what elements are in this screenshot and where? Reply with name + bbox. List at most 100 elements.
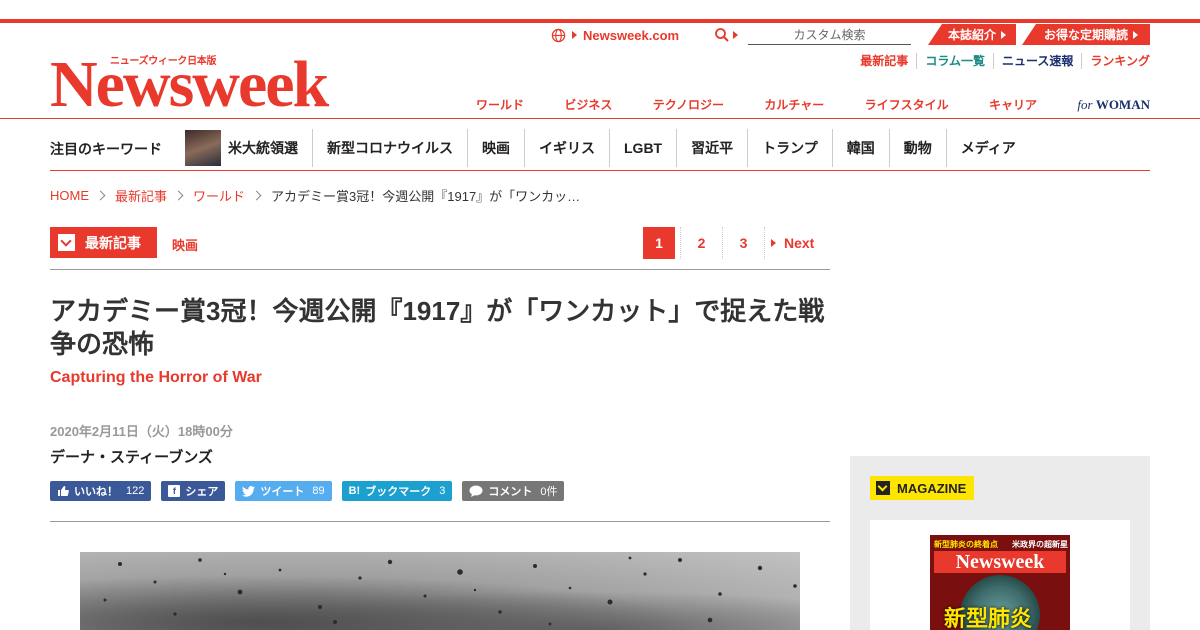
page-3[interactable]: 3 <box>722 227 764 259</box>
newsweek-global-link[interactable]: Newsweek.com <box>551 26 679 44</box>
magazine-card: 新型肺炎の終着点 米政界の超新星 Newsweek 新型肺炎 <box>870 520 1130 630</box>
util-link-breaking[interactable]: ニュース速報 <box>992 53 1081 69</box>
keywords-divider <box>50 170 1150 171</box>
util-link-latest[interactable]: 最新記事 <box>852 53 916 69</box>
next-page-label: Next <box>784 235 815 251</box>
about-magazine-button[interactable]: 本誌紹介 <box>928 24 1016 45</box>
main-nav: ワールド ビジネス テクノロジー カルチャー ライフスタイル キャリア for … <box>476 96 1150 113</box>
article-subtitle: Capturing the Horror of War <box>50 369 262 386</box>
twitter-bird-icon <box>242 485 256 497</box>
cover-main-text: 新型肺炎 <box>944 606 1033 630</box>
pagination: 1 2 3 Next <box>638 227 814 259</box>
nav-item-culture[interactable]: カルチャー <box>764 96 824 113</box>
search-icon <box>715 28 729 42</box>
facebook-share-button[interactable]: f シェア <box>161 481 226 501</box>
cover-headline-right: 米政界の超新星 <box>1012 540 1068 549</box>
bookmark-count: 3 <box>439 485 446 497</box>
section-tag-latest[interactable]: 最新記事 <box>50 227 157 258</box>
top-accent-bar <box>0 19 1200 23</box>
section-category-link[interactable]: 映画 <box>172 235 198 254</box>
facebook-icon: f <box>168 485 181 497</box>
breadcrumb-world[interactable]: ワールド <box>193 186 245 205</box>
magazine-panel: MAGAZINE 新型肺炎の終着点 米政界の超新星 Newsweek 新型肺炎 <box>850 456 1150 630</box>
article-author[interactable]: デーナ・スティーブンズ <box>50 446 213 467</box>
keyword-link[interactable]: イギリス <box>524 129 609 167</box>
magazine-label: MAGAZINE <box>897 480 967 496</box>
share-label: シェア <box>185 486 219 498</box>
logo-wordmark: Newsweek <box>50 48 329 121</box>
nav-item-career[interactable]: キャリア <box>989 96 1037 113</box>
global-link-label: Newsweek.com <box>583 27 680 43</box>
keyword-link[interactable]: 映画 <box>467 129 524 167</box>
section-tag-label: 最新記事 <box>85 234 141 251</box>
keyword-link[interactable]: トランプ <box>747 129 832 167</box>
chevron-right-icon <box>173 190 184 201</box>
thumbs-up-icon <box>58 486 69 496</box>
breadcrumb-home[interactable]: HOME <box>50 188 89 203</box>
page-1[interactable]: 1 <box>643 227 675 259</box>
keyword-thumbnail-image[interactable] <box>185 130 221 166</box>
for-woman-label: WOMAN <box>1095 96 1150 112</box>
next-page-button[interactable]: Next <box>764 227 814 259</box>
cover-headline-left: 新型肺炎の終着点 <box>934 540 998 549</box>
keyword-link[interactable]: LGBT <box>609 129 676 167</box>
for-woman-prefix: for <box>1077 96 1093 112</box>
chevron-right-icon <box>1133 30 1138 39</box>
social-buttons: いいね！ 122 f シェア ツイート 89 B! ブックマーク 3 コメント … <box>50 481 565 501</box>
search-button[interactable] <box>714 26 740 44</box>
utility-links: 最新記事 コラム一覧 ニュース速報 ランキング <box>852 53 1150 69</box>
keyword-link[interactable]: 米大統領選 <box>220 129 312 167</box>
tweet-count: 89 <box>312 485 325 497</box>
chevron-down-icon <box>876 481 890 495</box>
like-count: 122 <box>126 485 145 497</box>
hatena-icon: B! <box>348 485 361 497</box>
globe-icon <box>551 28 566 42</box>
nav-item-technology[interactable]: テクノロジー <box>653 96 724 113</box>
about-magazine-label: 本誌紹介 <box>947 28 996 42</box>
chevron-down-icon <box>58 234 75 251</box>
search-input[interactable] <box>748 25 911 45</box>
header-divider <box>0 118 1200 119</box>
like-label: いいね！ <box>74 486 118 498</box>
util-link-columns[interactable]: コラム一覧 <box>916 53 993 69</box>
comment-count: 0件 <box>540 486 558 498</box>
nav-item-world[interactable]: ワールド <box>476 96 524 113</box>
keyword-link[interactable]: メディア <box>945 129 1030 167</box>
comment-button[interactable]: コメント 0件 <box>462 481 565 501</box>
chevron-right-icon <box>572 31 577 39</box>
article-date: 2020年2月11日（火）18時00分 <box>50 424 233 439</box>
util-link-ranking[interactable]: ランキング <box>1081 53 1150 69</box>
social-divider <box>50 521 830 522</box>
keywords-list: 米大統領選 新型コロナウイルス 映画 イギリス LGBT 習近平 トランプ 韓国… <box>220 129 1030 167</box>
tweet-button[interactable]: ツイート 89 <box>235 481 332 501</box>
chevron-right-icon <box>95 190 106 201</box>
facebook-like-button[interactable]: いいね！ 122 <box>50 481 152 501</box>
explosion-debris-image <box>80 552 800 630</box>
article-title: アカデミー賞3冠！今週公開『1917』が「ワンカット」で捉えた戦争の恐怖 <box>50 296 825 359</box>
newsweek-logo[interactable]: ニューズウィーク日本版 Newsweek <box>50 50 435 118</box>
nav-item-for-woman[interactable]: for WOMAN <box>1077 97 1150 113</box>
breadcrumb-current: アカデミー賞3冠！今週公開『1917』が「ワンカッ… <box>271 189 581 204</box>
nav-item-business[interactable]: ビジネス <box>564 96 612 113</box>
magazine-cover-image[interactable]: 新型肺炎の終着点 米政界の超新星 Newsweek 新型肺炎 <box>930 535 1070 630</box>
keyword-link[interactable]: 韓国 <box>831 129 889 167</box>
chevron-right-icon <box>1001 30 1006 39</box>
keyword-link[interactable]: 新型コロナウイルス <box>312 129 467 167</box>
article-hero-image <box>80 552 800 630</box>
breadcrumb-latest[interactable]: 最新記事 <box>115 186 167 205</box>
breadcrumb: HOME 最新記事 ワールド アカデミー賞3冠！今週公開『1917』が「ワンカッ… <box>50 186 580 205</box>
subscribe-label: お得な定期購読 <box>1043 28 1128 42</box>
bookmark-label: ブックマーク <box>365 486 432 498</box>
keyword-link[interactable]: 習近平 <box>676 129 747 167</box>
subscribe-button[interactable]: お得な定期購読 <box>1022 24 1150 45</box>
hatena-bookmark-button[interactable]: B! ブックマーク 3 <box>341 481 453 501</box>
keywords-title: 注目のキーワード <box>50 141 162 157</box>
magazine-section-tag[interactable]: MAGAZINE <box>870 476 975 500</box>
page-2[interactable]: 2 <box>680 227 722 259</box>
nav-item-lifestyle[interactable]: ライフスタイル <box>865 96 949 113</box>
comment-bubble-icon <box>469 485 483 497</box>
cover-masthead: Newsweek <box>934 551 1066 573</box>
keyword-link[interactable]: 動物 <box>888 129 946 167</box>
section-divider <box>50 269 830 270</box>
tweet-label: ツイート <box>260 486 305 498</box>
